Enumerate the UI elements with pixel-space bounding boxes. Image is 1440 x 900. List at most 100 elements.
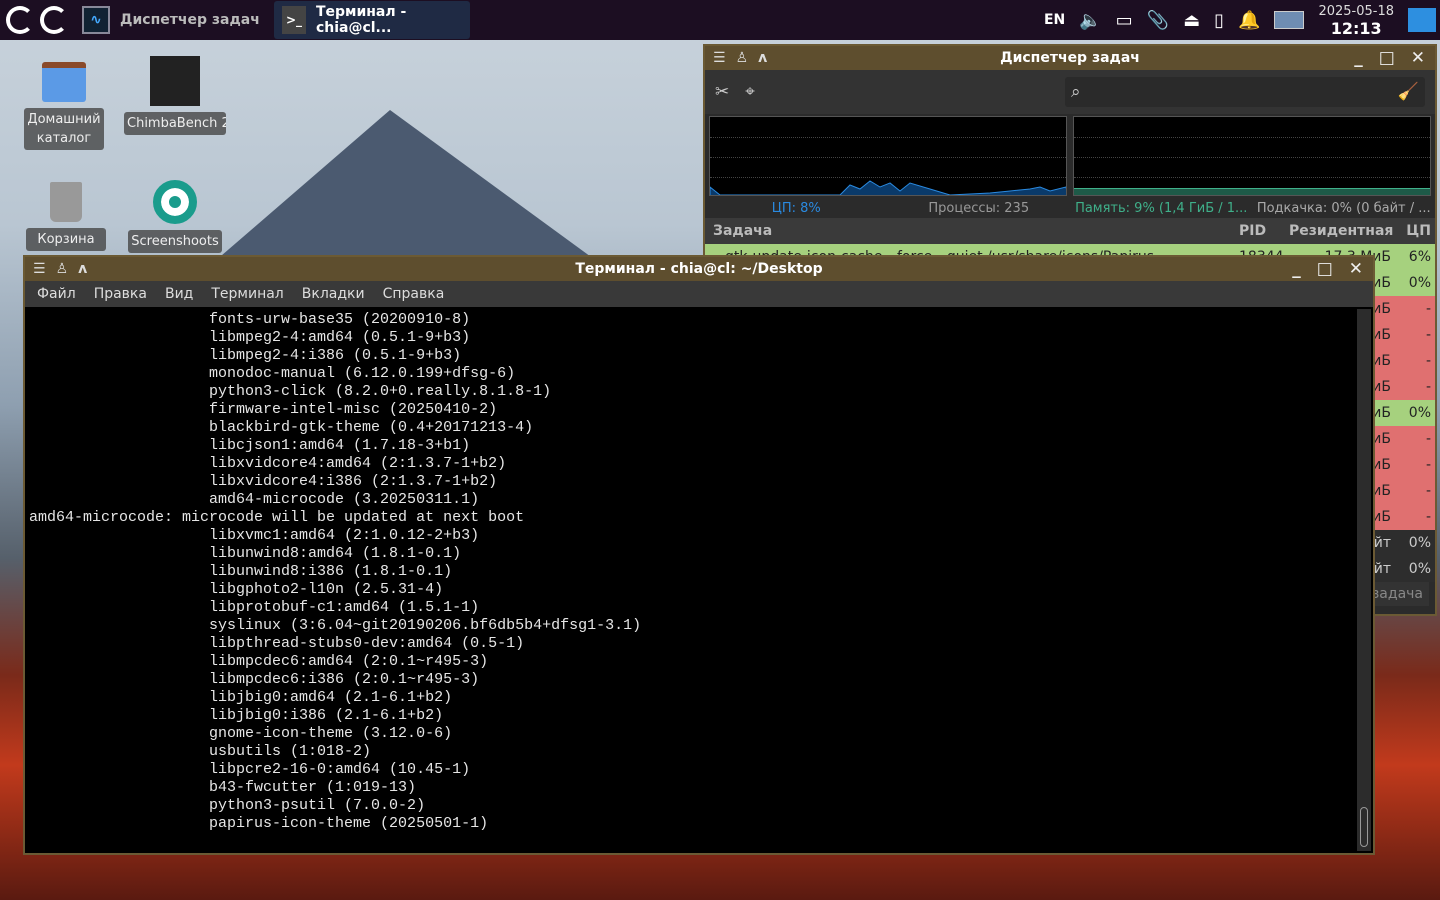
cell-cpu: 0% — [1408, 405, 1431, 421]
terminal-line: python3-psutil (7.0.0-2) — [29, 797, 426, 814]
col-resident[interactable]: Резидентная — [1289, 223, 1399, 239]
desktop-icon-screenshoots[interactable]: Screenshoots — [128, 180, 222, 253]
show-desktop-button[interactable] — [1408, 8, 1436, 32]
clipboard-icon[interactable]: 📎 — [1147, 10, 1169, 31]
terminal-line: libxvidcore4:i386 (2:1.3.7-1+b2) — [29, 473, 498, 490]
close-button[interactable]: ✕ — [1411, 48, 1425, 68]
keep-above-icon[interactable]: ʌ — [78, 261, 87, 277]
terminal-line: libcjson1:amd64 (1.7.18-3+b1) — [29, 437, 471, 454]
settings-tools-icon[interactable]: ✂ — [715, 82, 729, 102]
terminal-menubar: Файл Правка Вид Терминал Вкладки Справка — [25, 281, 1373, 307]
menu-icon[interactable]: ☰ — [33, 261, 46, 277]
app-menu-icon-2[interactable] — [40, 6, 68, 34]
terminal-line: firmware-intel-misc (20250410-2) — [29, 401, 498, 418]
target-window-icon[interactable]: ⌖ — [745, 82, 755, 102]
icon-label: Корзина — [26, 228, 106, 251]
minimize-button[interactable]: _ — [1292, 259, 1301, 279]
notification-bell-icon[interactable]: 🔔 — [1238, 10, 1260, 31]
col-cpu[interactable]: ЦП — [1399, 223, 1435, 239]
clear-broom-icon[interactable]: 🧹 — [1398, 82, 1419, 102]
close-button[interactable]: ✕ — [1349, 259, 1363, 279]
cpu-graph — [709, 116, 1067, 196]
terminal-window: ☰ ♙ ʌ Терминал - chia@cl: ~/Desktop _ □ ✕ Фа… — [23, 255, 1375, 855]
swap-stat: Подкачка: 0% (0 байт / ... — [1256, 200, 1431, 216]
volume-icon[interactable]: 🔈 — [1079, 10, 1101, 31]
camera-shutter-icon — [153, 180, 197, 224]
terminal-line: python3-click (8.2.0+0.really.8.1.8-1) — [29, 383, 552, 400]
network-icon[interactable]: ▭ — [1116, 10, 1133, 31]
search-input[interactable]: ⌕ 🧹 — [1065, 77, 1425, 107]
cell-cpu: 0% — [1408, 275, 1431, 291]
workspace-icon[interactable] — [1274, 11, 1305, 29]
terminal-line: libunwind8:i386 (1.8.1-0.1) — [29, 563, 453, 580]
pin-icon[interactable]: ♙ — [736, 50, 749, 66]
cpu-stat: ЦП: 8% — [771, 200, 821, 216]
menu-item[interactable]: Правка — [94, 286, 147, 302]
terminal-line: b43-fwcutter (1:019-13) — [29, 779, 417, 796]
terminal-line: blackbird-gtk-theme (0.4+20171213-4) — [29, 419, 534, 436]
task-label: Терминал - chia@cl... — [315, 4, 407, 36]
keyboard-layout[interactable]: EN — [1044, 12, 1065, 28]
terminal-icon: >_ — [282, 6, 306, 34]
col-pid[interactable]: PID — [1239, 223, 1289, 239]
terminal-line: libjbig0:i386 (2.1-6.1+b2) — [29, 707, 444, 724]
terminal-titlebar[interactable]: ☰ ♙ ʌ Терминал - chia@cl: ~/Desktop _ □ ✕ — [25, 257, 1373, 281]
col-task[interactable]: Задача — [705, 223, 1239, 239]
terminal-line: amd64-microcode: microcode will be updat… — [29, 509, 525, 526]
terminal-line: amd64-microcode (3.20250311.1) — [29, 491, 480, 508]
terminal-line: gnome-icon-theme (3.12.0-6) — [29, 725, 453, 742]
process-table-header: Задача PID Резидентная ЦП — [705, 218, 1435, 244]
terminal-line: libprotobuf-c1:amd64 (1.5.1-1) — [29, 599, 480, 616]
activity-icon: ∿ — [82, 6, 110, 34]
terminal-scrollbar[interactable] — [1357, 309, 1371, 851]
cell-cpu: - — [1425, 431, 1431, 447]
menu-icon[interactable]: ☰ — [713, 50, 726, 66]
taskbar: ∿ Диспетчер задач >_ Терминал - chia@cl.… — [0, 0, 1440, 40]
memory-stat: Память: 9% (1,4 ГиБ / 1... — [1075, 200, 1248, 216]
terminal-line: libmpeg2-4:amd64 (0.5.1-9+b3) — [29, 329, 471, 346]
cell-cpu: - — [1425, 457, 1431, 473]
window-title: Терминал - chia@cl: ~/Desktop — [575, 261, 823, 277]
maximize-button[interactable]: □ — [1379, 48, 1395, 68]
pin-icon[interactable]: ♙ — [56, 261, 69, 277]
desktop-icon-trash[interactable]: Корзина — [26, 182, 106, 251]
cell-cpu: - — [1425, 327, 1431, 343]
menu-item[interactable]: Вид — [165, 286, 193, 302]
desktop-icon-home[interactable]: Домашний каталог — [24, 58, 104, 150]
cell-cpu: - — [1425, 353, 1431, 369]
task-manager-titlebar[interactable]: ☰ ♙ ʌ Диспетчер задач _ □ ✕ — [705, 46, 1435, 70]
taskbar-terminal[interactable]: >_ Терминал - chia@cl... — [274, 1, 470, 39]
terminal-line: syslinux (3:6.04~git20190206.bf6db5b4+df… — [29, 617, 642, 634]
taskbar-task-manager[interactable]: ∿ Диспетчер задач — [74, 1, 270, 39]
terminal-output[interactable]: fonts-urw-base35 (20200910-8) libmpeg2-4… — [29, 309, 1355, 851]
date: 2025-05-18 — [1318, 4, 1394, 19]
menu-item[interactable]: Вкладки — [302, 286, 365, 302]
menu-item[interactable]: Терминал — [211, 286, 283, 302]
app-menu-icon[interactable] — [6, 6, 34, 34]
desktop-icon-chimbabench[interactable]: ChimbaBench 2.6 (GPU 1, N... — [124, 56, 226, 135]
terminal-line: libmpcdec6:amd64 (2:0.1~r495-3) — [29, 653, 489, 670]
maximize-button[interactable]: □ — [1317, 259, 1333, 279]
task-label: Диспетчер задач — [120, 12, 260, 28]
terminal-line: libgphoto2-l10n (2.5.31-4) — [29, 581, 444, 598]
clock[interactable]: 2025-05-18 12:13 — [1318, 3, 1394, 37]
terminal-line: libjbig0:amd64 (2.1-6.1+b2) — [29, 689, 453, 706]
cell-cpu: 6% — [1408, 249, 1431, 265]
minimize-button[interactable]: _ — [1354, 48, 1363, 68]
menu-item[interactable]: Справка — [383, 286, 445, 302]
icon-label: Screenshoots — [128, 230, 222, 253]
battery-icon[interactable]: ▯ — [1214, 10, 1224, 31]
eject-icon[interactable]: ⏏ — [1183, 10, 1200, 31]
terminal-line: fonts-urw-base35 (20200910-8) — [29, 311, 471, 328]
time: 12:13 — [1330, 19, 1382, 38]
chimbabench-icon — [150, 56, 200, 106]
terminal-line: libxvmc1:amd64 (2:1.0.12-2+b3) — [29, 527, 480, 544]
terminal-line: libxvidcore4:amd64 (2:1.3.7-1+b2) — [29, 455, 507, 472]
memory-graph — [1073, 116, 1431, 196]
home-folder-icon — [42, 62, 86, 102]
keep-above-icon[interactable]: ʌ — [758, 50, 767, 66]
scrollbar-thumb[interactable] — [1360, 807, 1368, 847]
end-task-button[interactable]: задача — [1365, 582, 1429, 606]
trash-icon — [50, 182, 82, 222]
menu-item[interactable]: Файл — [37, 286, 76, 302]
